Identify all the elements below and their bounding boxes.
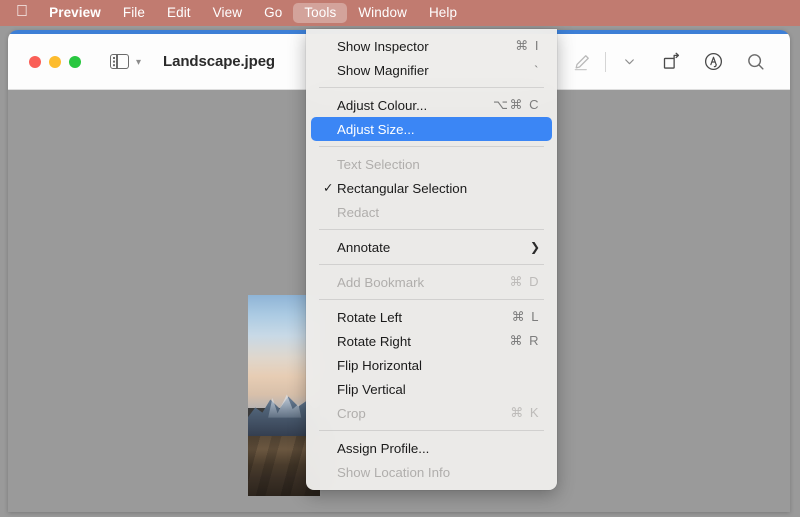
menubar-item-window[interactable]: Window bbox=[347, 3, 418, 23]
menu-item-flip-horizontal[interactable]: Flip Horizontal bbox=[311, 353, 552, 377]
menu-item-shortcut: ⌘ R bbox=[509, 333, 540, 348]
search-icon bbox=[747, 54, 764, 70]
menu-item-label: Adjust Size... bbox=[337, 121, 415, 137]
sidebar-toggle-icon[interactable] bbox=[110, 54, 129, 69]
menu-item-redact: Redact bbox=[311, 200, 552, 224]
menu-item-annotate[interactable]: Annotate ❯ bbox=[311, 235, 552, 259]
menu-item-label: Rotate Left bbox=[337, 309, 403, 325]
menu-item-label: Flip Vertical bbox=[337, 381, 406, 397]
menu-item-label: Crop bbox=[337, 405, 366, 421]
menu-item-shortcut: ⌘ I bbox=[515, 38, 540, 53]
menu-item-label: Annotate bbox=[337, 239, 391, 255]
menubar-item-label: View bbox=[200, 5, 242, 21]
menu-item-label: Text Selection bbox=[337, 156, 420, 172]
menu-item-label: Redact bbox=[337, 204, 380, 220]
submenu-arrow-icon: ❯ bbox=[529, 240, 540, 254]
menubar-item-label: Preview bbox=[37, 5, 101, 21]
markup-pen-icon bbox=[574, 54, 589, 70]
menu-item-add-bookmark: Add Bookmark ⌘ D bbox=[311, 270, 552, 294]
menu-item-adjust-colour[interactable]: Adjust Colour... ⌥⌘ C bbox=[311, 93, 552, 117]
menubar-item-label: Help bbox=[416, 5, 457, 21]
menu-item-shortcut: ⌘ K bbox=[510, 405, 540, 420]
menubar-item-label: Edit bbox=[154, 5, 191, 21]
close-button[interactable] bbox=[29, 55, 41, 68]
menu-item-rectangular-selection[interactable]: ✓ Rectangular Selection bbox=[311, 176, 552, 200]
sidebar-toggle-group[interactable]: ▾ bbox=[110, 54, 141, 69]
menu-item-shortcut: ⌥⌘ C bbox=[493, 97, 540, 112]
menu-item-flip-vertical[interactable]: Flip Vertical bbox=[311, 377, 552, 401]
menubar-item-label: Window bbox=[346, 5, 407, 21]
markup-more-button[interactable] bbox=[608, 47, 650, 77]
menubar-item-view[interactable]: View bbox=[202, 3, 253, 23]
menubar-item-preview[interactable]: Preview bbox=[38, 3, 112, 23]
menubar-item-label: File bbox=[110, 5, 145, 21]
zoom-button[interactable] bbox=[69, 55, 81, 68]
menu-item-label: Show Inspector bbox=[337, 38, 429, 54]
menu-item-shortcut: ⌘ L bbox=[511, 309, 540, 324]
apple-logo-icon:  bbox=[16, 4, 28, 20]
menu-separator bbox=[319, 430, 544, 431]
rotate-icon bbox=[663, 52, 679, 69]
menu-item-show-inspector[interactable]: Show Inspector ⌘ I bbox=[311, 34, 552, 58]
menu-item-assign-profile[interactable]: Assign Profile... bbox=[311, 436, 552, 460]
traffic-lights bbox=[29, 55, 81, 68]
chevron-down-icon[interactable]: ▾ bbox=[136, 57, 141, 68]
menu-item-label: Add Bookmark bbox=[337, 274, 425, 290]
sign-icon bbox=[704, 52, 722, 71]
menu-item-show-location-info: Show Location Info bbox=[311, 460, 552, 484]
menu-item-show-magnifier[interactable]: Show Magnifier ` bbox=[311, 58, 552, 82]
menubar-item-help[interactable]: Help bbox=[418, 3, 468, 23]
menu-item-label: Rectangular Selection bbox=[337, 180, 468, 196]
rotate-button[interactable] bbox=[650, 47, 692, 77]
toolbar-right-group bbox=[561, 47, 776, 77]
markup-pen-button[interactable] bbox=[561, 47, 603, 77]
menu-item-crop: Crop ⌘ K bbox=[311, 401, 552, 425]
menu-separator bbox=[319, 146, 544, 147]
minimize-button[interactable] bbox=[49, 55, 61, 68]
sign-button[interactable] bbox=[692, 47, 734, 77]
menu-item-shortcut: ` bbox=[534, 62, 540, 78]
menu-item-label: Show Location Info bbox=[337, 464, 451, 480]
menubar:  Preview File Edit View Go Tools Window Help bbox=[0, 0, 800, 26]
menu-item-label: Show Magnifier bbox=[337, 62, 429, 78]
menu-separator bbox=[319, 87, 544, 88]
tools-dropdown-menu: Show Inspector ⌘ I Show Magnifier ` Adjust C… bbox=[306, 29, 557, 490]
menu-separator bbox=[319, 299, 544, 300]
menu-item-label: Adjust Colour... bbox=[337, 97, 428, 113]
menu-separator bbox=[319, 229, 544, 230]
menubar-item-edit[interactable]: Edit bbox=[156, 3, 202, 23]
page-title: Landscape.jpeg bbox=[163, 53, 275, 70]
search-button[interactable] bbox=[734, 47, 776, 77]
apple-menu[interactable]:  bbox=[9, 3, 38, 23]
menu-item-rotate-left[interactable]: Rotate Left ⌘ L bbox=[311, 305, 552, 329]
menu-item-label: Flip Horizontal bbox=[337, 357, 422, 373]
menu-item-text-selection: Text Selection bbox=[311, 152, 552, 176]
menu-item-rotate-right[interactable]: Rotate Right ⌘ R bbox=[311, 329, 552, 353]
toolbar-divider bbox=[605, 51, 606, 72]
menubar-item-label: Tools bbox=[292, 5, 336, 21]
menu-separator bbox=[319, 264, 544, 265]
menu-item-adjust-size[interactable]: Adjust Size... bbox=[311, 117, 552, 141]
menubar-item-tools[interactable]: Tools bbox=[292, 3, 348, 23]
menubar-item-go[interactable]: Go bbox=[253, 3, 293, 23]
checkmark-icon: ✓ bbox=[323, 180, 334, 195]
menu-item-label: Rotate Right bbox=[337, 333, 411, 349]
menu-item-label: Assign Profile... bbox=[337, 440, 430, 456]
chevron-down-icon bbox=[624, 59, 634, 65]
menubar-item-file[interactable]: File bbox=[112, 3, 156, 23]
menu-item-shortcut: ⌘ D bbox=[509, 274, 540, 289]
menubar-item-label: Go bbox=[251, 5, 282, 21]
